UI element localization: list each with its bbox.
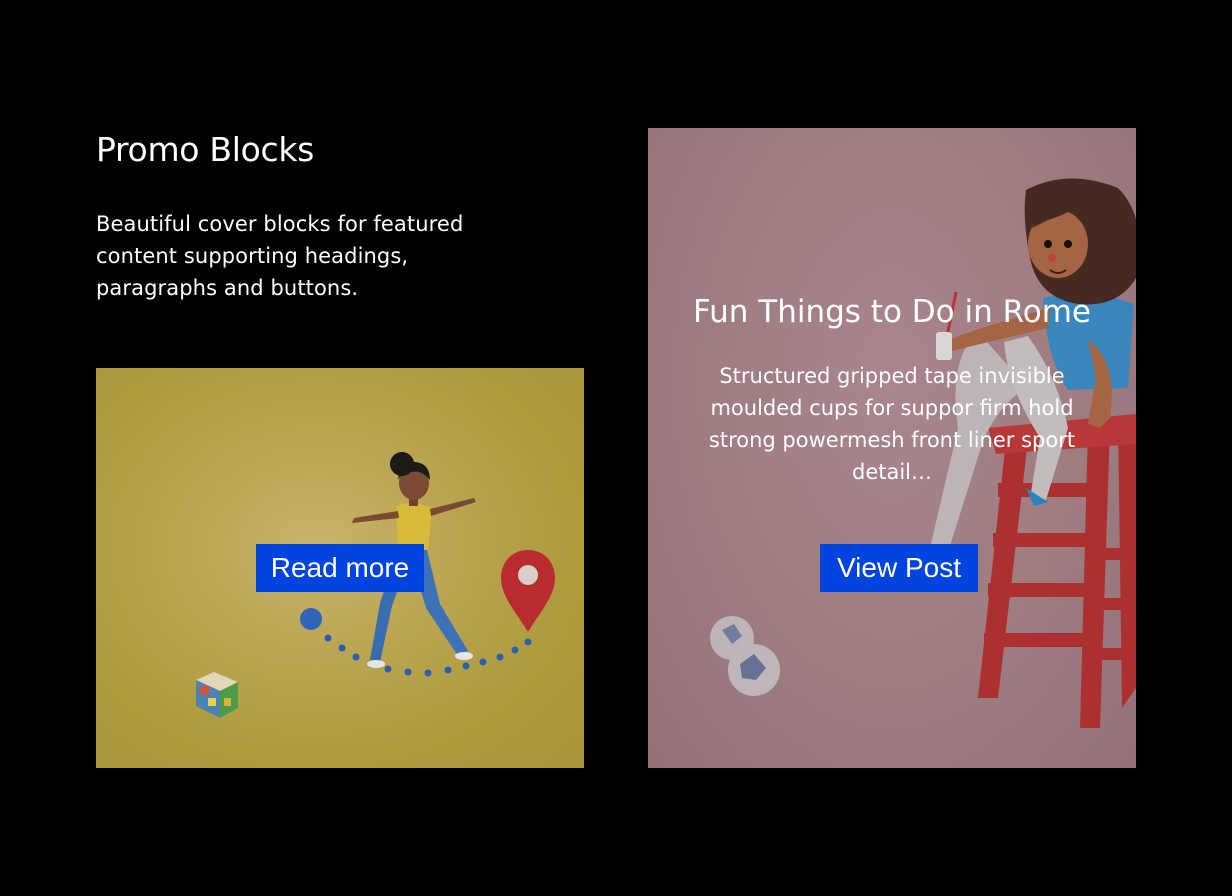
page: Promo Blocks Beautiful cover blocks for …: [0, 0, 1232, 896]
promo-card-rome[interactable]: Fun Things to Do in Rome Structured grip…: [648, 128, 1136, 768]
section-title: Promo Blocks: [96, 130, 315, 169]
promo-card-read-more[interactable]: Read more: [96, 368, 584, 768]
section-description: Beautiful cover blocks for featured cont…: [96, 212, 464, 300]
view-post-button[interactable]: View Post: [820, 544, 978, 592]
cube-toy-icon: [196, 672, 238, 718]
dotted-path: [300, 608, 532, 677]
card-title: Fun Things to Do in Rome: [693, 294, 1091, 330]
read-more-button[interactable]: Read more: [256, 544, 424, 592]
location-pin-icon: [501, 550, 555, 632]
card-description: Structured gripped tape invisible moulde…: [708, 364, 1076, 484]
